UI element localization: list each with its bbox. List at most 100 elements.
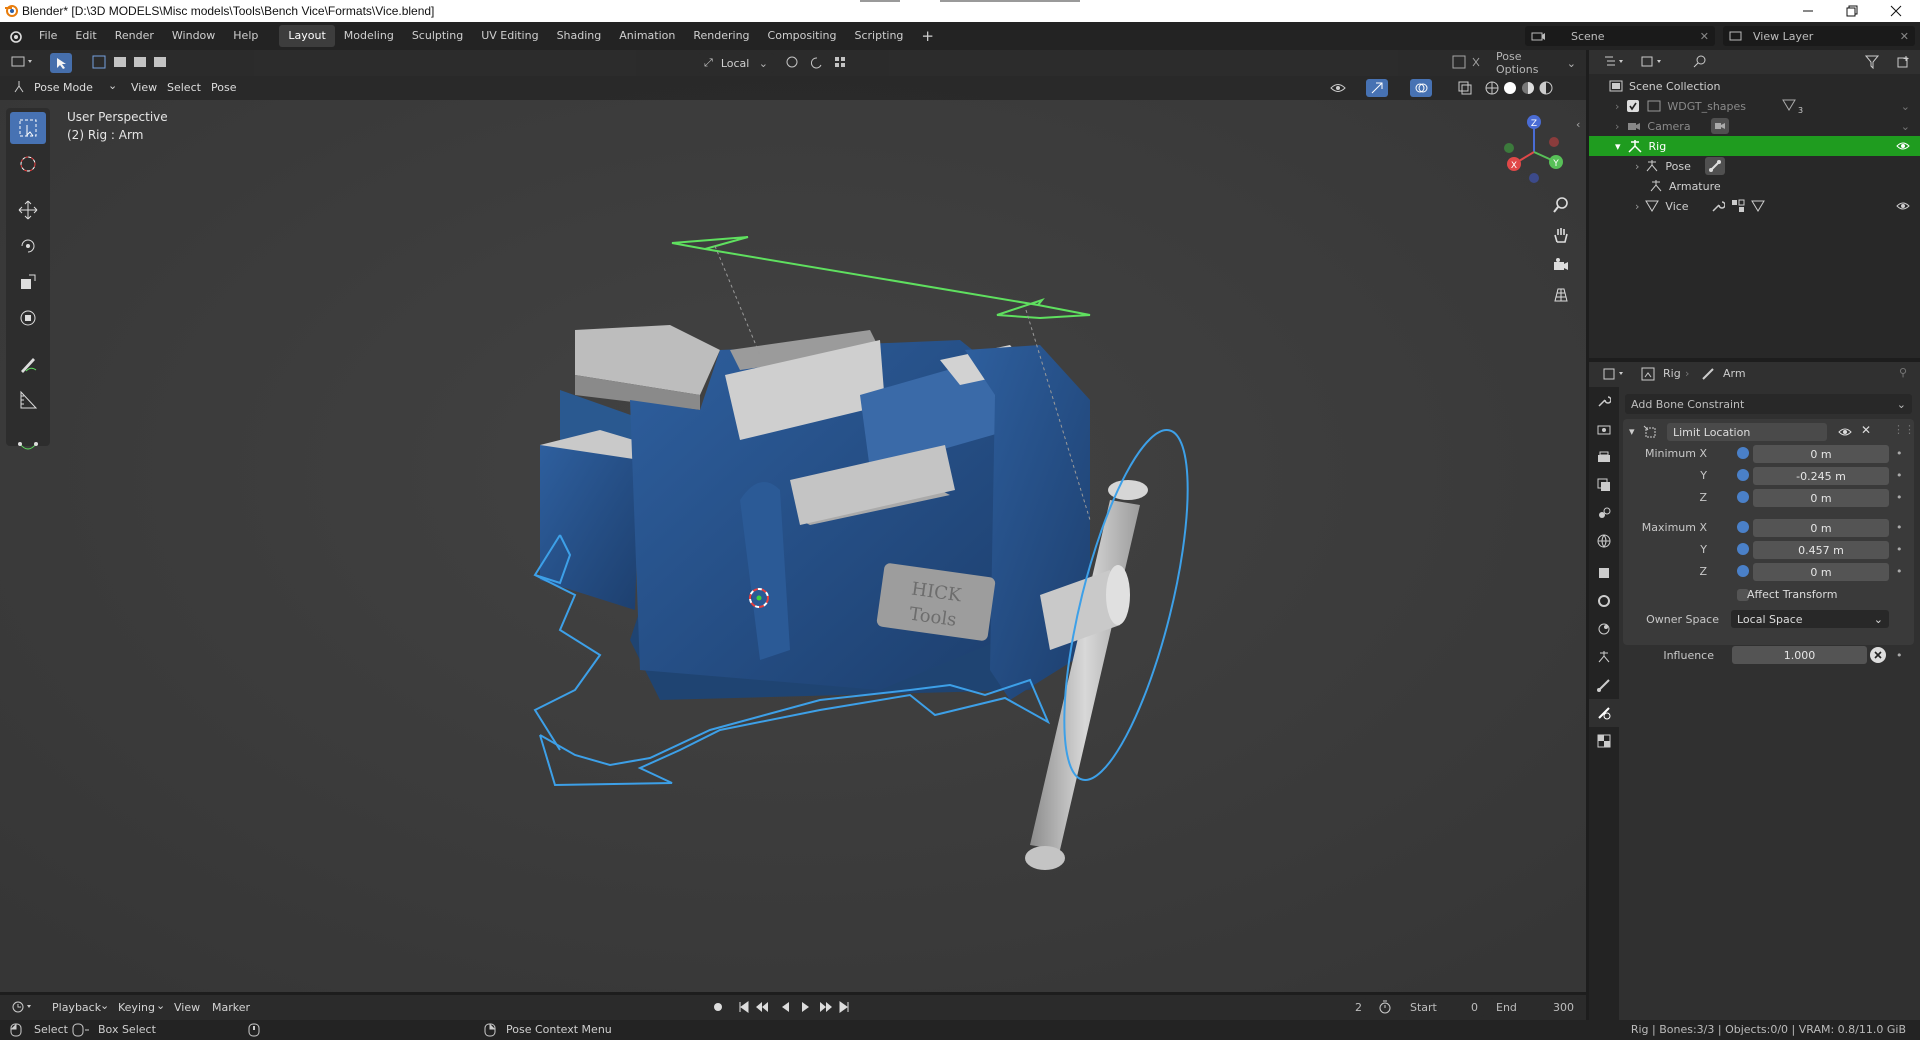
maximum-y-field[interactable]: 0.457 m [1753,541,1889,559]
keyframe-dot-icon[interactable]: • [1896,469,1903,482]
keyframe-dot-icon[interactable]: • [1896,649,1903,662]
influence-slider[interactable]: 1.000 [1732,646,1867,664]
select-tweak-icon[interactable] [50,53,72,73]
delete-constraint-icon[interactable]: ✕ [1861,423,1871,437]
tab-scripting[interactable]: Scripting [845,25,912,47]
annotate-tool[interactable] [10,348,46,380]
menu-help[interactable]: Help [224,22,267,50]
minimum-y-toggle[interactable] [1737,469,1749,481]
start-frame-field[interactable]: Start 0 [1404,998,1484,1017]
chevron-down-icon[interactable]: ⌄ [1901,120,1910,133]
menu-file[interactable]: File [30,22,66,50]
scale-tool[interactable] [10,266,46,298]
chevron-down-icon[interactable]: ⌄ [1901,100,1910,113]
tab-texture-icon[interactable] [1589,727,1619,755]
rotate-tool[interactable] [10,230,46,262]
minimize-button[interactable] [1786,0,1830,22]
tab-scene-icon[interactable] [1589,499,1619,527]
menu-keying[interactable]: Keying [118,1001,155,1014]
eye-icon[interactable] [1896,141,1910,151]
disable-keep-icon[interactable] [1870,647,1886,663]
expand-arrow-icon[interactable]: › [1635,160,1639,173]
select-mode-icons[interactable] [92,55,176,69]
outliner-row-camera[interactable]: › Camera ⌄ [1589,116,1920,136]
properties-editor-icon[interactable] [1603,367,1627,381]
select-box-tool[interactable] [10,112,46,144]
constraint-name-field[interactable]: Limit Location [1667,423,1827,441]
outliner-row-vice[interactable]: › Vice [1589,196,1920,216]
gizmo-toggle-icon[interactable] [1452,55,1482,69]
tab-tool-icon[interactable] [1589,387,1619,415]
tab-modeling[interactable]: Modeling [335,25,403,47]
playback-controls[interactable] [738,1000,850,1014]
current-frame-field[interactable]: 2 [1296,998,1368,1017]
menu-timeline-view[interactable]: View [174,1001,200,1014]
tab-modifiers-icon[interactable] [1589,587,1619,615]
tab-render-icon[interactable] [1589,415,1619,443]
pivot-snap-icons[interactable] [785,55,865,69]
outliner-row-rig[interactable]: ▾ Rig [1589,136,1920,156]
tab-compositing[interactable]: Compositing [759,25,846,47]
minimum-z-field[interactable]: 0 m [1753,489,1889,507]
display-mode-icon[interactable] [1641,55,1665,69]
navigation-gizmo[interactable]: Z X Y [1494,112,1574,192]
transform-tool[interactable] [10,302,46,334]
record-icon[interactable] [712,1001,724,1013]
expand-arrow-icon[interactable]: › [1635,200,1639,213]
3d-viewport[interactable]: HICK Tools ⤢ Local ⌄ Pose Options ⌄ Pose… [0,50,1586,992]
outliner-row-wdgt-shapes[interactable]: › WDGT_shapes 3 ⌄ [1589,96,1920,116]
maximum-z-field[interactable]: 0 m [1753,563,1889,581]
timeline-editor-icon[interactable] [12,1000,36,1014]
close-icon[interactable]: ✕ [1700,30,1709,43]
tab-rendering[interactable]: Rendering [684,25,758,47]
menu-pose[interactable]: Pose [211,81,236,94]
mode-selector[interactable]: Pose Mode [34,81,93,94]
tab-physics-icon[interactable] [1589,615,1619,643]
keyframe-dot-icon[interactable]: • [1896,447,1903,460]
gizmos-icon[interactable] [1366,79,1388,97]
add-bone-constraint-dropdown[interactable]: Add Bone Constraint ⌄ [1625,394,1912,414]
minimum-x-toggle[interactable] [1737,447,1749,459]
end-frame-field[interactable]: End 300 [1490,998,1580,1017]
outliner-row-pose[interactable]: › Pose [1589,156,1920,176]
pose-options-dropdown[interactable]: Pose Options ⌄ [1490,50,1582,76]
keyframe-dot-icon[interactable]: • [1896,521,1903,534]
outliner-row-scene-collection[interactable]: Scene Collection [1589,76,1920,96]
menu-edit[interactable]: Edit [66,22,105,50]
editor-type-icon[interactable] [10,54,34,70]
checkbox-icon[interactable] [1627,100,1640,112]
owner-space-dropdown[interactable]: Local Space ⌄ [1731,610,1889,628]
tab-uv-editing[interactable]: UV Editing [472,25,547,47]
tab-output-icon[interactable] [1589,443,1619,471]
zoom-icon[interactable] [1552,196,1570,214]
scene-selector[interactable]: Scene ✕ [1525,26,1715,46]
shading-mode-icons[interactable] [1484,80,1558,96]
pose-relax-tool[interactable] [10,430,46,462]
ortho-grid-icon[interactable] [1552,286,1570,304]
pin-icon[interactable]: ⚲ [1899,366,1907,379]
overlays-icon[interactable] [1410,79,1432,97]
outliner-editor-icon[interactable] [1603,55,1627,69]
menu-view[interactable]: View [131,81,157,94]
menu-select[interactable]: Select [167,81,201,94]
visibility-icon[interactable] [1330,81,1358,95]
tab-sculpting[interactable]: Sculpting [403,25,472,47]
new-collection-icon[interactable] [1897,55,1911,69]
menu-playback[interactable]: Playback [52,1001,101,1014]
sidebar-toggle-icon[interactable]: ‹ [1576,118,1580,131]
pan-hand-icon[interactable] [1552,226,1570,244]
view-layer-selector[interactable]: View Layer ✕ [1723,26,1915,46]
keyframe-dot-icon[interactable]: • [1896,543,1903,556]
maximum-x-field[interactable]: 0 m [1753,519,1889,537]
collapse-arrow-icon[interactable]: ▾ [1629,425,1635,438]
collapse-arrow-icon[interactable]: ▾ [1615,140,1621,153]
filter-icon[interactable] [1865,55,1889,69]
move-tool[interactable] [10,194,46,226]
cursor-tool[interactable] [10,148,46,180]
eye-icon[interactable] [1838,427,1852,437]
menu-marker[interactable]: Marker [212,1001,250,1014]
transform-orientation-dropdown[interactable]: ⤢ Local ⌄ [698,53,774,73]
tab-object-icon[interactable] [1589,559,1619,587]
restore-button[interactable] [1830,0,1874,22]
expand-arrow-icon[interactable]: › [1615,120,1619,133]
